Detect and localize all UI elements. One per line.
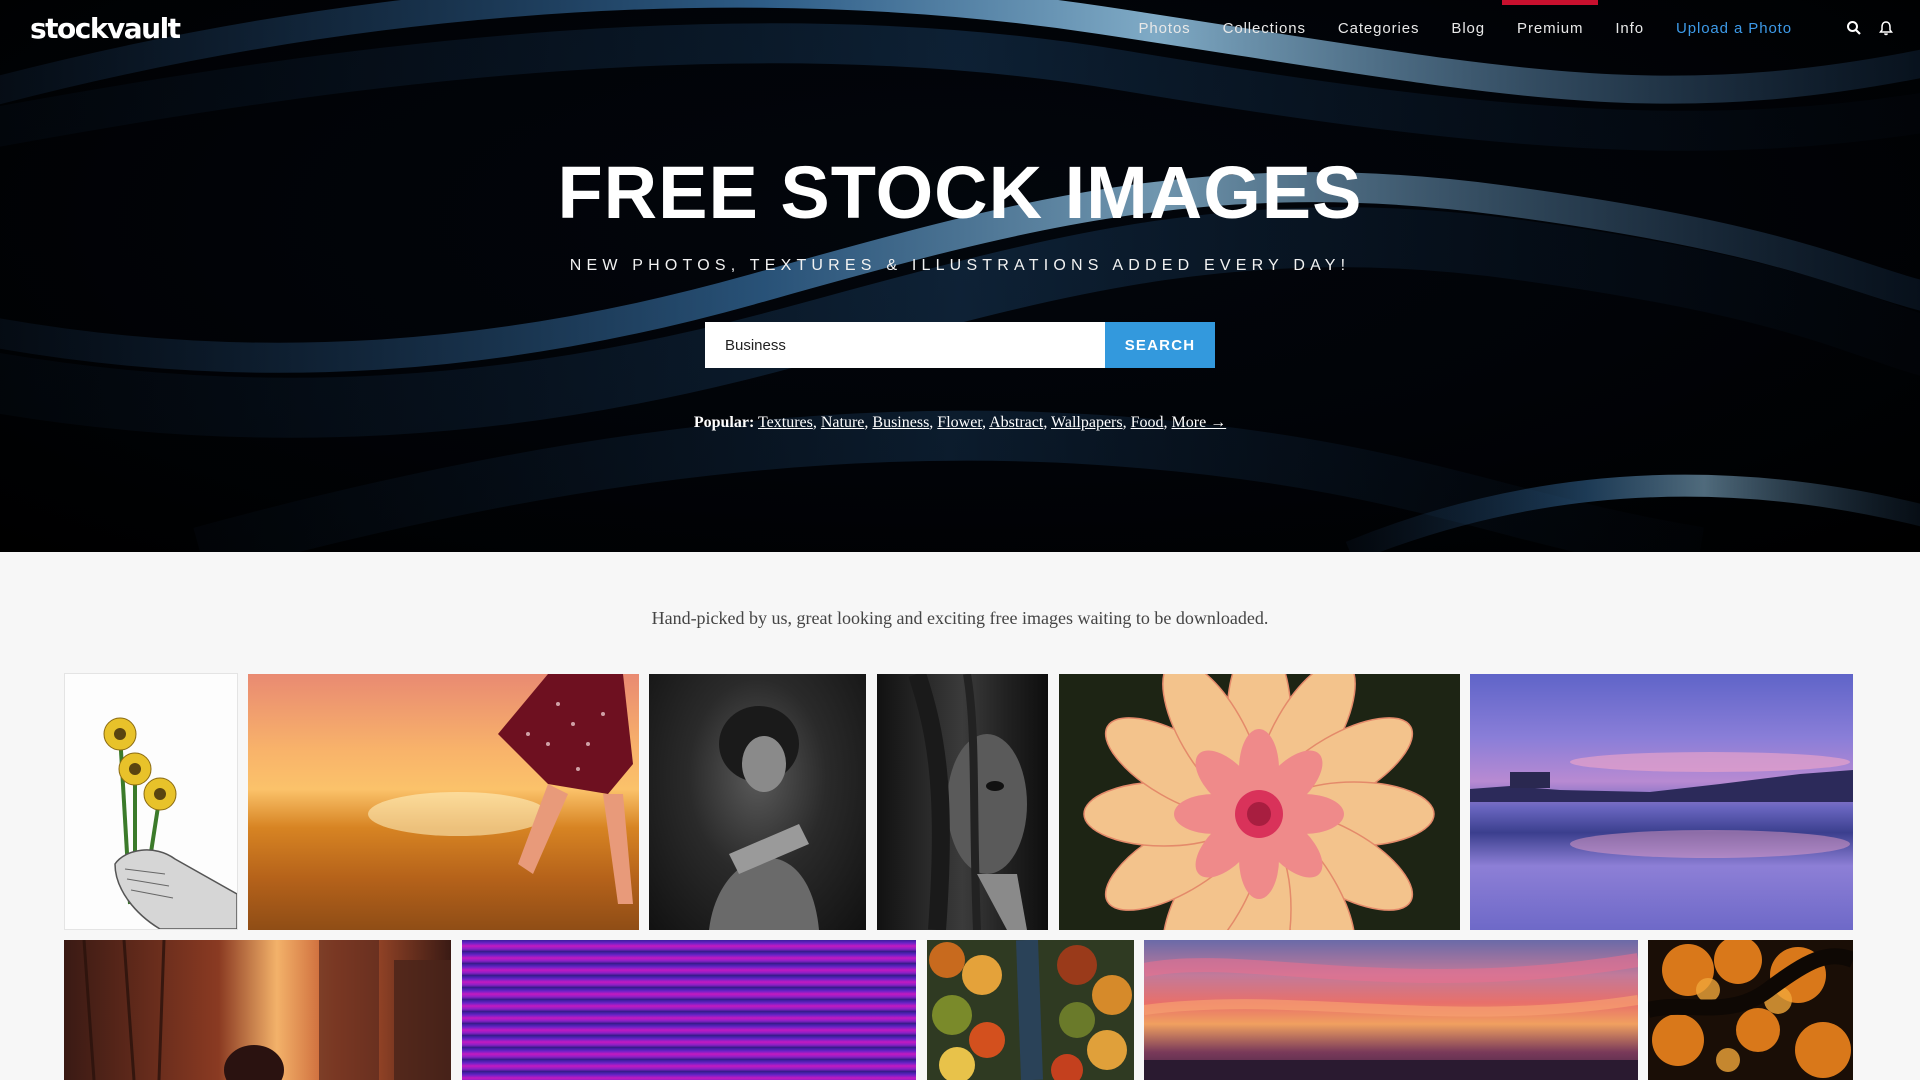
photo-thumbnail-woman-field-sunset[interactable] xyxy=(248,674,639,930)
photo-thumbnail-sunflowers-hand[interactable] xyxy=(64,673,238,930)
main-menu: Photos Collections Categories Blog Premi… xyxy=(1106,0,1792,58)
nav-item-categories[interactable]: Categories xyxy=(1338,0,1420,58)
nav-item-blog[interactable]: Blog xyxy=(1451,0,1485,58)
photo-thumbnail-dahlia-flower[interactable] xyxy=(1059,674,1460,930)
bell-icon[interactable] xyxy=(1878,20,1896,38)
hero-subtitle: NEW PHOTOS, TEXTURES & ILLUSTRATIONS ADD… xyxy=(569,257,1351,274)
hero-section: stockvault Photos Collections Categories… xyxy=(0,0,1920,552)
popular-searches: Popular: Textures, Nature, Business, Flo… xyxy=(693,414,1227,431)
photo-thumbnail-city-sunset-street[interactable] xyxy=(64,940,451,1080)
photo-thumbnail-abstract-glitch-lines[interactable] xyxy=(462,940,916,1080)
photo-thumbnail-sunset-clouds[interactable] xyxy=(1144,940,1638,1080)
photo-thumbnail-portrait-bw-woman[interactable] xyxy=(649,674,866,930)
popular-label: Popular: xyxy=(693,414,755,431)
nav-item-photos[interactable]: Photos xyxy=(1138,0,1190,58)
search-button[interactable]: SEARCH xyxy=(1105,322,1215,368)
site-logo[interactable]: stockvault xyxy=(30,12,181,45)
nav-item-info[interactable]: Info xyxy=(1615,0,1644,58)
nav-icons xyxy=(1846,20,1896,38)
hero-background-waves xyxy=(0,0,1920,552)
search-input[interactable] xyxy=(705,322,1105,368)
popular-link-more[interactable]: More → xyxy=(1172,414,1227,431)
popular-link-textures[interactable]: Textures xyxy=(758,414,813,431)
tagline: Hand-picked by us, great looking and exc… xyxy=(651,608,1269,628)
hero-title: FREE STOCK IMAGES xyxy=(557,151,1363,234)
photo-thumbnail-autumn-leaves-branch[interactable] xyxy=(1648,940,1853,1080)
photo-thumbnail-autumn-forest-aerial[interactable] xyxy=(927,940,1134,1080)
popular-link-nature[interactable]: Nature xyxy=(821,414,865,431)
popular-link-abstract[interactable]: Abstract xyxy=(989,414,1043,431)
photo-thumbnail-portrait-bw-hair[interactable] xyxy=(877,674,1048,930)
popular-link-wallpapers[interactable]: Wallpapers xyxy=(1051,414,1123,431)
search-icon[interactable] xyxy=(1846,20,1864,38)
search-form: SEARCH xyxy=(705,322,1215,368)
photo-thumbnail-lake-twilight[interactable] xyxy=(1470,674,1853,930)
nav-item-premium[interactable]: Premium xyxy=(1501,0,1599,58)
nav-item-upload-photo[interactable]: Upload a Photo xyxy=(1676,0,1792,58)
popular-link-food[interactable]: Food xyxy=(1131,414,1164,431)
top-nav: stockvault Photos Collections Categories… xyxy=(0,0,1920,58)
nav-item-collections[interactable]: Collections xyxy=(1223,0,1306,58)
popular-link-business[interactable]: Business xyxy=(872,414,929,431)
popular-link-flower[interactable]: Flower xyxy=(937,414,982,431)
